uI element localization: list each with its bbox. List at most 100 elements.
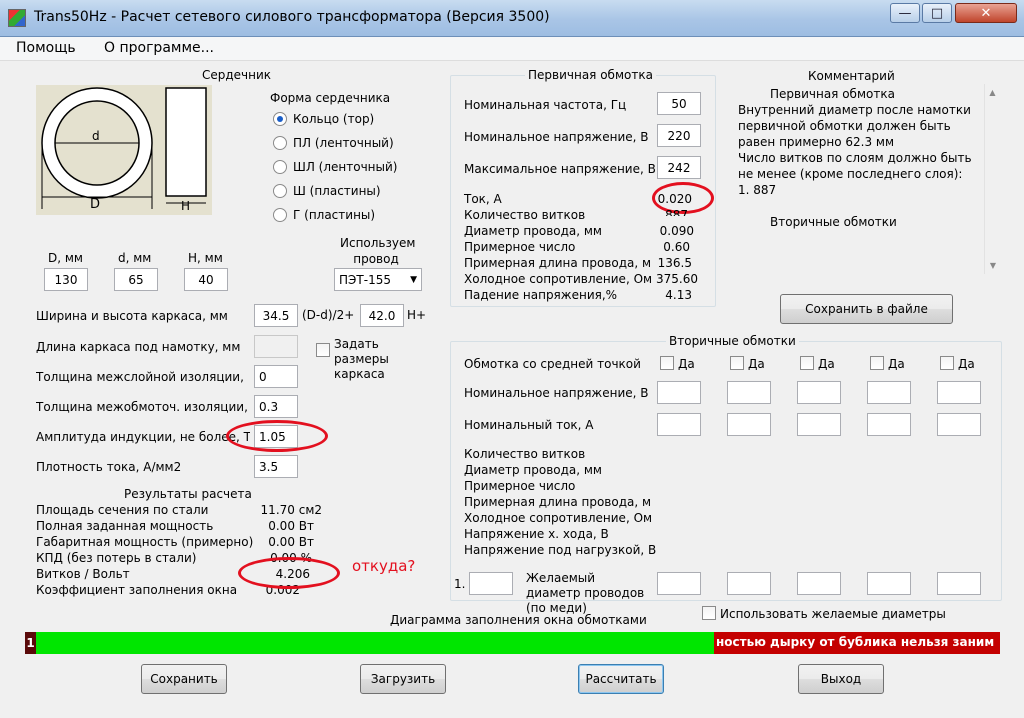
result-value-0: 11.70 см2 — [260, 503, 322, 517]
shape-label-shl: ШЛ (ленточный) — [293, 160, 398, 174]
primary-value-0: 0.020 — [657, 192, 692, 206]
result-value-1: 0.00 Вт — [268, 519, 314, 533]
sec-current-input-1[interactable] — [657, 413, 701, 436]
sec-info-4: Холодное сопротивление, Ом — [464, 511, 653, 525]
freq-input[interactable]: 50 — [657, 92, 701, 115]
maximize-button[interactable]: □ — [922, 3, 952, 23]
layer-ins-input[interactable]: 0 — [254, 365, 298, 388]
shape-label-sh: Ш (пластины) — [293, 184, 381, 198]
window-title: Trans50Hz - Расчет сетевого силового тра… — [34, 9, 550, 25]
fig-H-label: H — [181, 199, 191, 213]
comment-box: Первичная обмотка Внутренний диаметр пос… — [734, 84, 1002, 274]
menu-help[interactable]: Помощь — [16, 40, 76, 56]
comment-scrollbar[interactable]: ▲ ▼ — [984, 84, 1000, 274]
results-title: Результаты расчета — [124, 487, 252, 501]
sec-info-5: Напряжение х. хода, В — [464, 527, 609, 541]
desired-input-5[interactable] — [937, 572, 981, 595]
load-button[interactable]: Загрузить — [360, 664, 446, 694]
save-button[interactable]: Сохранить — [141, 664, 227, 694]
shape-radio-ring[interactable] — [273, 112, 287, 126]
desired-primary-input[interactable] — [469, 572, 513, 595]
frame-len-input[interactable] — [254, 335, 298, 358]
sec-volt-input-5[interactable] — [937, 381, 981, 404]
frame-height-input[interactable]: 42.0 — [360, 304, 404, 327]
current-density-input[interactable]: 3.5 — [254, 455, 298, 478]
sec-volt-input-4[interactable] — [867, 381, 911, 404]
wire-select[interactable]: ПЭТ-155 ▼ — [334, 268, 422, 291]
primary-label-3: Примерное число — [464, 240, 576, 254]
fill-diagram: 1 ностью дырку от бублика нельзя заним — [25, 632, 1000, 654]
frame-height-hint: H+ — [407, 308, 427, 322]
wire-value: ПЭТ-155 — [339, 272, 391, 287]
layer-ins-label: Толщина межслойной изоляции, мм — [36, 370, 248, 384]
maxvolt-input[interactable]: 242 — [657, 156, 701, 179]
center-tap-checkbox-3[interactable] — [800, 356, 814, 370]
sec-volt-input-2[interactable] — [727, 381, 771, 404]
chevron-down-icon: ▼ — [410, 274, 417, 285]
primary-value-5: 375.60 — [656, 272, 698, 286]
volt-input[interactable]: 220 — [657, 124, 701, 147]
H-label: H, мм — [188, 251, 223, 265]
result-label-4: Витков / Вольт — [36, 567, 130, 581]
sec-info-1: Диаметр провода, мм — [464, 463, 602, 477]
close-button[interactable]: ✕ — [955, 3, 1017, 23]
result-label-0: Площадь сечения по стали — [36, 503, 209, 517]
comment-title: Комментарий — [808, 69, 895, 83]
center-tap-checkbox-5[interactable] — [940, 356, 954, 370]
exit-button[interactable]: Выход — [798, 664, 884, 694]
current-density-label: Плотность тока, А/мм2 — [36, 460, 182, 474]
D-label: D, мм — [48, 251, 83, 265]
sec-current-input-4[interactable] — [867, 413, 911, 436]
sec-current-input-5[interactable] — [937, 413, 981, 436]
primary-title: Первичная обмотка — [525, 68, 656, 82]
calculate-button[interactable]: Рассчитать — [578, 664, 664, 694]
diagram-title: Диаграмма заполнения окна обмотками — [390, 613, 647, 627]
sec-current-input-2[interactable] — [727, 413, 771, 436]
sec-current-input-3[interactable] — [797, 413, 841, 436]
menu-about[interactable]: О программе... — [104, 40, 214, 56]
sec-volt-input-1[interactable] — [657, 381, 701, 404]
shape-radio-sh[interactable] — [273, 184, 287, 198]
set-frame-checkbox[interactable] — [316, 343, 330, 357]
center-tap-checkbox-1[interactable] — [660, 356, 674, 370]
scroll-down-icon[interactable]: ▼ — [985, 261, 1001, 270]
shape-radio-pl[interactable] — [273, 136, 287, 150]
sec-volt-input-3[interactable] — [797, 381, 841, 404]
diagram-message: ностью дырку от бублика нельзя заним — [716, 635, 995, 649]
desired-input-2[interactable] — [727, 572, 771, 595]
desired-input-3[interactable] — [797, 572, 841, 595]
sec-info-3: Примерная длина провода, м — [464, 495, 652, 509]
yes-label-5: Да — [958, 357, 975, 371]
result-label-3: КПД (без потерь в стали) — [36, 551, 197, 565]
minimize-button[interactable]: — — [890, 3, 920, 23]
shape-radio-g[interactable] — [273, 208, 287, 222]
winding-ins-label: Толщина межобмоточ. изоляции, мм — [36, 400, 250, 414]
shape-radio-shl[interactable] — [273, 160, 287, 174]
annotation-oval-turns — [238, 557, 340, 589]
D-input[interactable]: 130 — [44, 268, 88, 291]
save-to-file-button[interactable]: Сохранить в файле — [780, 294, 953, 324]
core-figure — [36, 85, 212, 215]
center-tap-label: Обмотка со средней точкой — [464, 357, 641, 371]
primary-value-2: 0.090 — [659, 224, 694, 238]
induction-label: Амплитуда индукции, не более, Тл — [36, 430, 250, 444]
d-input[interactable]: 65 — [114, 268, 158, 291]
frame-width-input[interactable]: 34.5 — [254, 304, 298, 327]
desired-input-1[interactable] — [657, 572, 701, 595]
primary-label-6: Падение напряжения,% — [464, 288, 618, 302]
H-input[interactable]: 40 — [184, 268, 228, 291]
shape-label-pl: ПЛ (ленточный) — [293, 136, 394, 150]
center-tap-checkbox-4[interactable] — [870, 356, 884, 370]
scroll-up-icon[interactable]: ▲ — [985, 88, 1000, 97]
desired-label: Желаемый диаметр проводов (по меди) — [526, 571, 645, 615]
primary-label-2: Диаметр провода, мм — [464, 224, 602, 238]
fig-d-label: d — [92, 129, 100, 143]
use-desired-checkbox[interactable] — [702, 606, 716, 620]
sec-info-0: Количество витков — [464, 447, 586, 461]
comment-secondary: Вторичные обмотки — [770, 215, 897, 229]
center-tap-checkbox-2[interactable] — [730, 356, 744, 370]
annotation-oval-induction — [226, 420, 328, 452]
winding-ins-input[interactable]: 0.3 — [254, 395, 298, 418]
use-desired-label: Использовать желаемые диаметры — [720, 607, 946, 621]
desired-input-4[interactable] — [867, 572, 911, 595]
